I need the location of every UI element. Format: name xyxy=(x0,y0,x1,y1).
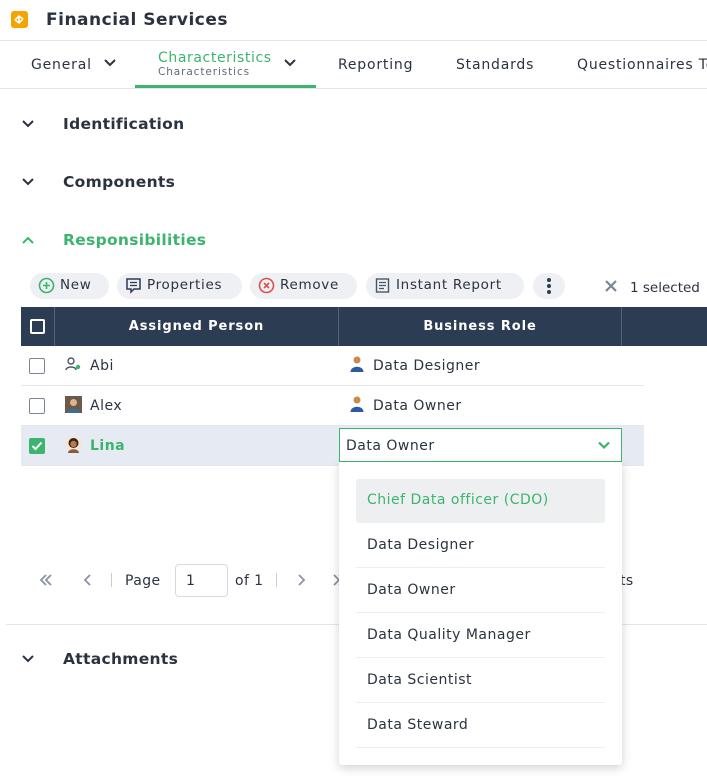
section-title: Components xyxy=(63,173,176,191)
person-name: Alex xyxy=(90,398,123,414)
more-vertical-icon xyxy=(547,278,551,294)
new-button[interactable]: New xyxy=(30,273,109,299)
tab-label: Characteristics xyxy=(158,50,272,66)
select-all-cell xyxy=(21,307,55,346)
option-label: Data Steward xyxy=(367,717,469,733)
person-name: Lina xyxy=(90,438,126,454)
instant-report-button-label: Instant Report xyxy=(396,277,502,293)
app-title: Financial Services xyxy=(46,10,229,30)
business-role-icon xyxy=(350,396,364,412)
properties-button[interactable]: Properties xyxy=(117,273,242,299)
business-role-select[interactable]: Data Owner xyxy=(339,428,622,462)
add-circle-icon xyxy=(38,277,55,294)
remove-button-label: Remove xyxy=(280,277,339,293)
section-identification[interactable]: Identification xyxy=(0,108,707,140)
chevron-up-icon xyxy=(22,236,34,244)
option-label: Data Quality Manager xyxy=(367,627,531,643)
page-count: of 1 xyxy=(235,573,264,589)
chevron-down-icon xyxy=(284,59,296,67)
option-label: Data Designer xyxy=(367,537,475,553)
business-role-select-value: Data Owner xyxy=(346,438,435,454)
tab-label: Questionnaires Te xyxy=(577,57,707,73)
row-checkbox[interactable] xyxy=(29,358,45,374)
pager-items-text: ts xyxy=(620,573,634,589)
tab-standards[interactable]: Standards xyxy=(434,41,554,88)
tab-label: General xyxy=(31,57,92,73)
role-name: Data Owner xyxy=(373,398,462,414)
table-header: Assigned Person Business Role xyxy=(21,307,707,346)
avatar-icon xyxy=(65,436,82,453)
select-all-checkbox[interactable] xyxy=(30,319,45,334)
first-page-icon[interactable] xyxy=(38,572,54,588)
section-components[interactable]: Components xyxy=(0,166,707,198)
properties-button-label: Properties xyxy=(147,277,223,293)
dropdown-option-data-owner[interactable]: Data Owner xyxy=(356,569,605,613)
section-title: Identification xyxy=(63,115,185,133)
page-number-input[interactable] xyxy=(175,564,228,597)
chevron-down-icon xyxy=(598,441,610,450)
tab-sublabel: Characteristics xyxy=(158,66,251,78)
tab-bar: General Characteristics Characteristics … xyxy=(0,41,707,89)
dropdown-option-data-designer[interactable]: Data Designer xyxy=(356,524,605,568)
pager-separator xyxy=(111,573,112,587)
business-role-dropdown: Chief Data officer (CDO) Data Designer D… xyxy=(339,462,622,765)
dropdown-option-cdo[interactable]: Chief Data officer (CDO) xyxy=(356,479,605,523)
user-icon xyxy=(65,357,81,371)
role-name: Data Designer xyxy=(373,358,481,374)
dropdown-option-data-quality-manager[interactable]: Data Quality Manager xyxy=(356,614,605,658)
chevron-down-icon xyxy=(22,178,34,186)
tab-characteristics[interactable]: Characteristics Characteristics xyxy=(135,41,316,88)
tab-reporting[interactable]: Reporting xyxy=(316,41,434,88)
more-options-button[interactable] xyxy=(533,273,565,299)
title-bar: Financial Services xyxy=(0,0,707,41)
chevron-down-icon xyxy=(22,120,34,128)
chevron-down-icon xyxy=(22,655,34,663)
option-label: Data Owner xyxy=(367,582,456,598)
tab-label: Reporting xyxy=(338,57,414,73)
section-responsibilities[interactable]: Responsibilities xyxy=(0,224,707,256)
next-page-icon[interactable] xyxy=(293,572,309,588)
business-role-icon xyxy=(350,356,364,372)
new-button-label: New xyxy=(60,277,92,293)
remove-circle-icon xyxy=(258,277,275,294)
page-label: Page xyxy=(125,573,161,589)
option-label: Data Scientist xyxy=(367,672,472,688)
dropdown-option-data-steward[interactable]: Data Steward xyxy=(356,704,605,748)
clear-selection-icon[interactable] xyxy=(604,279,618,293)
properties-icon xyxy=(126,278,141,294)
table-row[interactable]: Alex Data Owner xyxy=(21,386,644,426)
tab-general[interactable]: General xyxy=(0,41,135,88)
table-row[interactable]: Abi Data Designer xyxy=(21,346,644,386)
section-title: Responsibilities xyxy=(63,231,207,249)
row-checkbox[interactable] xyxy=(29,398,45,414)
selection-count: 1 selected xyxy=(630,280,700,296)
remove-button[interactable]: Remove xyxy=(250,273,357,299)
option-label: Chief Data officer (CDO) xyxy=(367,492,549,508)
section-title: Attachments xyxy=(63,650,179,668)
app-logo-icon xyxy=(11,11,28,28)
instant-report-button[interactable]: Instant Report xyxy=(366,273,524,299)
pager-separator xyxy=(276,573,277,587)
chevron-down-icon xyxy=(104,59,116,67)
previous-page-icon[interactable] xyxy=(80,572,96,588)
person-name: Abi xyxy=(90,358,114,374)
avatar-icon xyxy=(65,396,82,413)
row-checkbox[interactable] xyxy=(29,438,45,454)
column-header-business-role[interactable]: Business Role xyxy=(339,307,622,346)
column-header-assigned-person[interactable]: Assigned Person xyxy=(55,307,339,346)
report-icon xyxy=(375,278,390,293)
tab-questionnaires[interactable]: Questionnaires Te xyxy=(554,41,707,88)
checkmark-icon xyxy=(31,441,43,451)
tab-label: Standards xyxy=(456,57,535,73)
dropdown-option-data-scientist[interactable]: Data Scientist xyxy=(356,659,605,703)
